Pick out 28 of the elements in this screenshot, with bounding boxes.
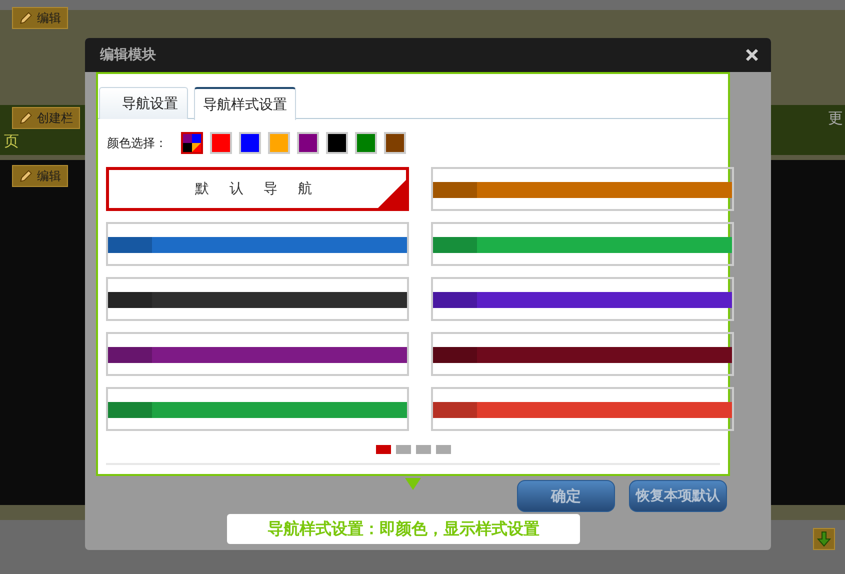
nav-style-preview[interactable] <box>106 277 409 321</box>
pencil-icon <box>19 169 33 183</box>
color-label: 颜色选择： <box>107 134 167 152</box>
nav-style-preview[interactable] <box>106 222 409 266</box>
edit-button[interactable]: 编辑 <box>12 165 68 187</box>
nav-style-preview[interactable] <box>431 332 734 376</box>
nav-style-preview[interactable] <box>431 387 734 431</box>
pencil-icon <box>19 111 33 125</box>
edit-button[interactable]: 编辑 <box>12 7 68 29</box>
color-swatch[interactable] <box>181 132 203 154</box>
tab[interactable]: 导航设置 <box>99 87 188 119</box>
close-icon[interactable] <box>745 48 759 62</box>
corner-triangle-icon <box>378 180 406 208</box>
tab[interactable]: 导航样式设置 <box>194 87 296 120</box>
nav-item[interactable]: 页 <box>4 132 19 150</box>
tooltip-arrow-icon <box>405 478 421 490</box>
nav-style-preview[interactable] <box>106 332 409 376</box>
preview-title: 默 认 导 航 <box>194 180 320 198</box>
nav-style-preview[interactable] <box>431 277 734 321</box>
dialog-button[interactable]: 恢复本项默认 <box>629 480 727 512</box>
download-button[interactable] <box>813 528 835 550</box>
tooltip: 导航样式设置：即颜色，显示样式设置 <box>227 514 580 544</box>
down-arrow-icon <box>817 531 831 547</box>
nav-item[interactable]: 更 <box>828 108 843 128</box>
dialog-title: 编辑模块 <box>100 46 156 64</box>
create-column-button[interactable]: 创建栏 <box>12 107 80 129</box>
nav-style-preview[interactable]: 默 认 导 航 <box>106 167 409 211</box>
dialog-button[interactable]: 确定 <box>517 480 615 512</box>
